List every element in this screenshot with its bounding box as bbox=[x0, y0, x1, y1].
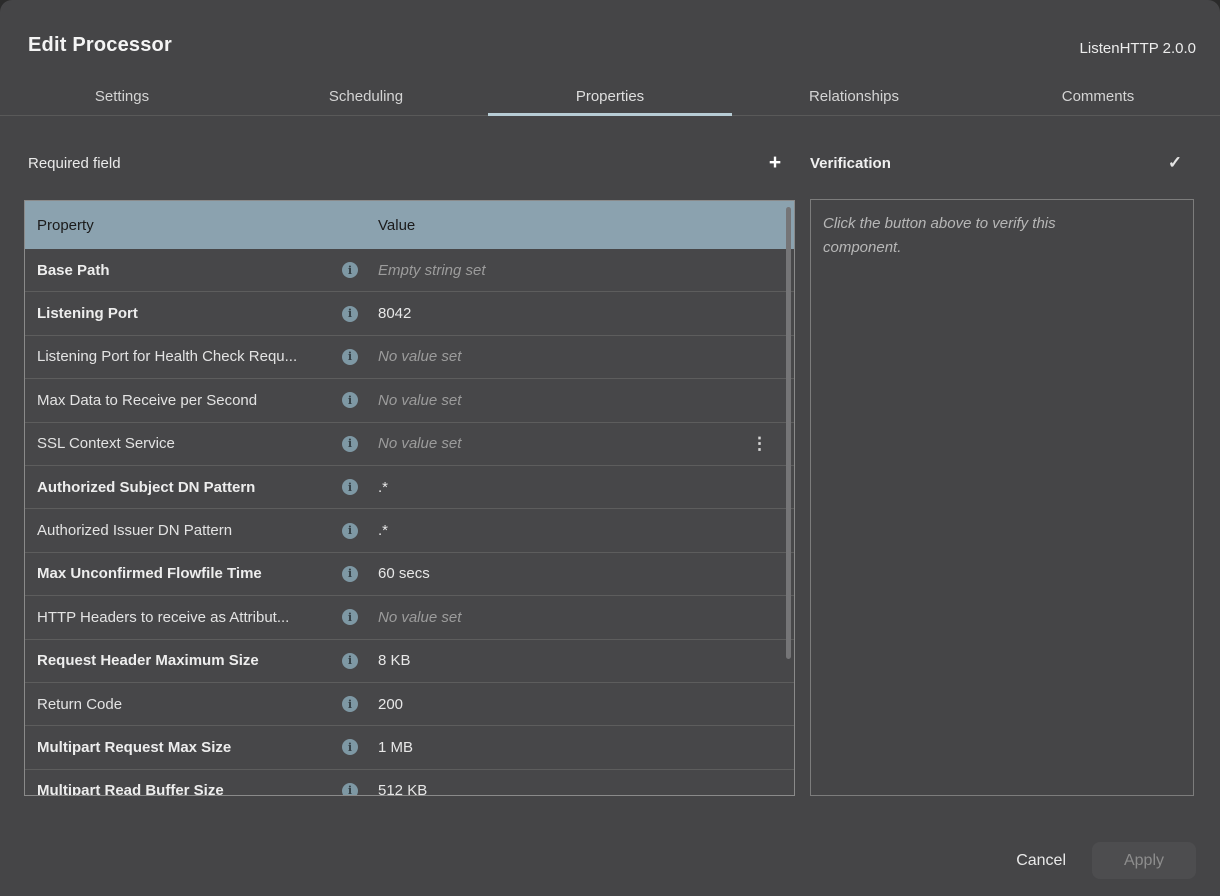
dialog-title: Edit Processor bbox=[28, 34, 172, 57]
property-value[interactable]: 8042 bbox=[378, 305, 411, 322]
table-row[interactable]: Multipart Request Max Size i 1 MB bbox=[25, 726, 794, 769]
property-value[interactable]: 60 secs bbox=[378, 565, 430, 582]
info-icon[interactable]: i bbox=[342, 436, 358, 452]
plus-icon: + bbox=[769, 151, 781, 175]
table-row[interactable]: Multipart Read Buffer Size i 512 KB bbox=[25, 770, 794, 796]
verification-label: Verification bbox=[810, 155, 891, 172]
property-value[interactable]: No value set bbox=[378, 609, 461, 626]
table-row[interactable]: SSL Context Service i No value set ⋮ bbox=[25, 423, 794, 466]
info-icon[interactable]: i bbox=[342, 479, 358, 495]
info-icon[interactable]: i bbox=[342, 783, 358, 796]
table-row[interactable]: Base Path i Empty string set bbox=[25, 249, 794, 292]
table-row[interactable]: HTTP Headers to receive as Attribut... i… bbox=[25, 596, 794, 639]
info-icon[interactable]: i bbox=[342, 349, 358, 365]
info-icon[interactable]: i bbox=[342, 739, 358, 755]
verify-properties-button[interactable]: ✓ bbox=[1160, 148, 1190, 178]
property-value[interactable]: 512 KB bbox=[378, 782, 427, 796]
info-icon[interactable]: i bbox=[342, 306, 358, 322]
property-value[interactable]: 200 bbox=[378, 696, 403, 713]
edit-processor-dialog: Edit Processor ListenHTTP 2.0.0 Settings… bbox=[0, 0, 1220, 896]
table-row[interactable]: Max Data to Receive per Second i No valu… bbox=[25, 379, 794, 422]
property-value[interactable]: No value set bbox=[378, 348, 461, 365]
cancel-button[interactable]: Cancel bbox=[1016, 852, 1066, 870]
info-icon[interactable]: i bbox=[342, 392, 358, 408]
verification-message: Click the button above to verify this co… bbox=[823, 212, 1133, 260]
checkmark-icon: ✓ bbox=[1168, 153, 1182, 173]
add-property-button[interactable]: + bbox=[760, 148, 790, 178]
property-value[interactable]: No value set bbox=[378, 435, 461, 452]
tab-properties[interactable]: Properties bbox=[488, 78, 732, 115]
table-row[interactable]: Authorized Subject DN Pattern i .* bbox=[25, 466, 794, 509]
processor-type-version: ListenHTTP 2.0.0 bbox=[1080, 40, 1196, 57]
info-icon[interactable]: i bbox=[342, 696, 358, 712]
property-value[interactable]: 1 MB bbox=[378, 739, 413, 756]
property-value[interactable]: No value set bbox=[378, 392, 461, 409]
property-value[interactable]: Empty string set bbox=[378, 262, 486, 279]
dialog-footer: Cancel Apply bbox=[1016, 842, 1196, 879]
table-scrollbar[interactable] bbox=[786, 207, 791, 659]
property-value[interactable]: 8 KB bbox=[378, 652, 411, 669]
table-row[interactable]: Listening Port i 8042 bbox=[25, 292, 794, 335]
table-row[interactable]: Request Header Maximum Size i 8 KB bbox=[25, 640, 794, 683]
info-icon[interactable]: i bbox=[342, 609, 358, 625]
column-header-value: Value bbox=[378, 217, 415, 234]
table-row[interactable]: Authorized Issuer DN Pattern i .* bbox=[25, 509, 794, 552]
tab-bar: Settings Scheduling Properties Relations… bbox=[0, 78, 1220, 116]
tab-relationships[interactable]: Relationships bbox=[732, 78, 976, 115]
row-menu-icon[interactable]: ⋮ bbox=[751, 435, 768, 452]
column-header-property: Property bbox=[25, 217, 378, 234]
required-field-label: Required field bbox=[28, 155, 121, 172]
info-icon[interactable]: i bbox=[342, 523, 358, 539]
property-value[interactable]: .* bbox=[378, 479, 388, 496]
property-value[interactable]: .* bbox=[378, 522, 388, 539]
info-icon[interactable]: i bbox=[342, 262, 358, 278]
apply-button[interactable]: Apply bbox=[1092, 842, 1196, 879]
tab-scheduling[interactable]: Scheduling bbox=[244, 78, 488, 115]
tab-comments[interactable]: Comments bbox=[976, 78, 1220, 115]
tab-settings[interactable]: Settings bbox=[0, 78, 244, 115]
table-row[interactable]: Max Unconfirmed Flowfile Time i 60 secs bbox=[25, 553, 794, 596]
table-row[interactable]: Return Code i 200 bbox=[25, 683, 794, 726]
table-row[interactable]: Listening Port for Health Check Requ... … bbox=[25, 336, 794, 379]
info-icon[interactable]: i bbox=[342, 653, 358, 669]
properties-table: Property Value Base Path i Empty string … bbox=[24, 200, 795, 796]
verification-panel: Click the button above to verify this co… bbox=[810, 199, 1194, 796]
info-icon[interactable]: i bbox=[342, 566, 358, 582]
properties-table-header: Property Value bbox=[25, 201, 794, 249]
